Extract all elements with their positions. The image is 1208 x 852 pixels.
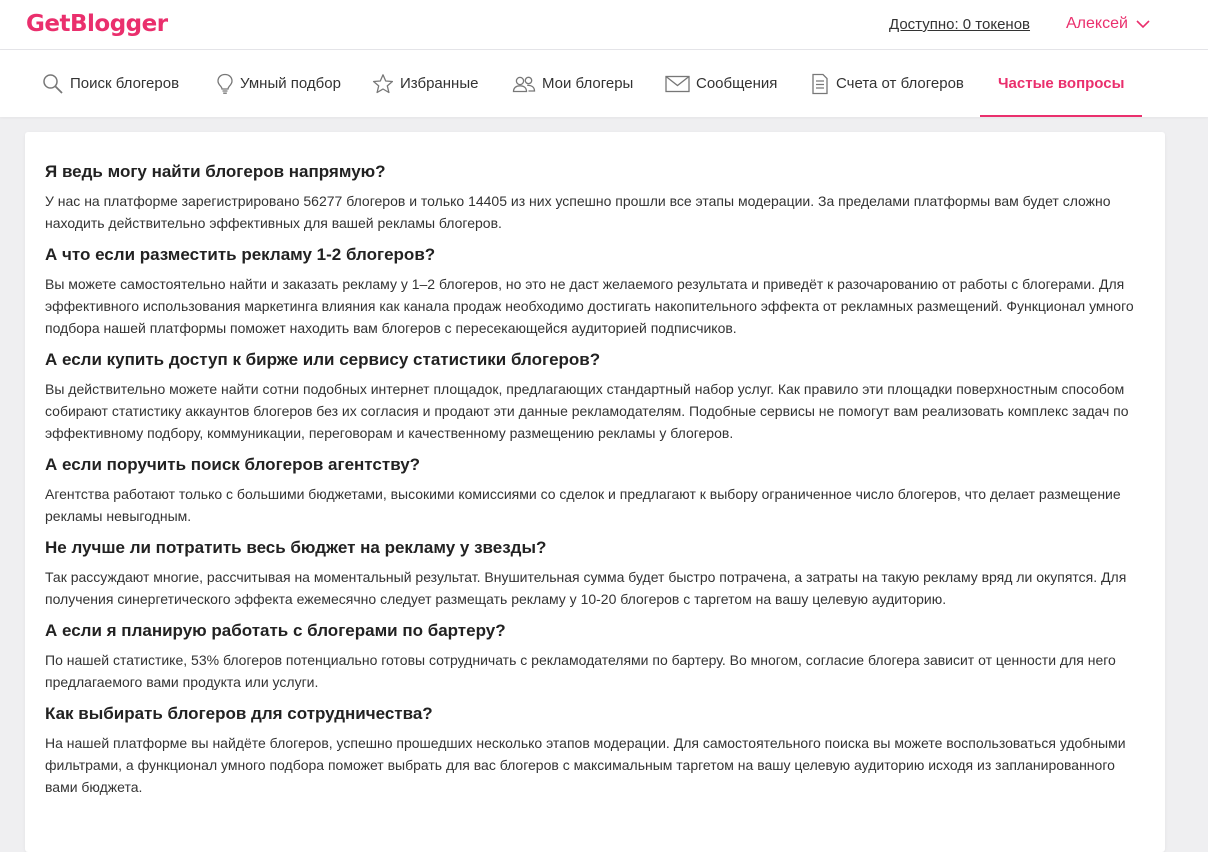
main-nav: Поиск блогеров Умный подбор Избранные Мо… <box>0 50 1208 117</box>
faq-answer: Агентства работают только с большими бюд… <box>45 486 1121 524</box>
faq-answer: Вы можете самостоятельно найти и заказат… <box>45 276 1134 336</box>
nav-item-faq[interactable]: Частые вопросы <box>979 50 1143 117</box>
search-icon <box>42 73 64 95</box>
nav-item-label: Умный подбор <box>240 75 341 92</box>
faq-card: Я ведь могу найти блогеров напрямую? У н… <box>25 132 1165 852</box>
user-menu[interactable]: Алексей <box>1066 15 1150 33</box>
faq-answer: У нас на платформе зарегистрировано 5627… <box>45 193 1111 231</box>
faq-item: А если купить доступ к бирже или сервису… <box>45 347 1145 444</box>
nav-item-search[interactable]: Поиск блогеров <box>42 50 179 117</box>
users-icon <box>512 74 536 94</box>
nav-item-favorites[interactable]: Избранные <box>372 50 478 117</box>
lightbulb-icon <box>216 73 234 95</box>
faq-question: Я ведь могу найти блогеров напрямую? <box>45 162 386 181</box>
nav-item-invoices[interactable]: Счета от блогеров <box>810 50 964 117</box>
nav-item-smart-selection[interactable]: Умный подбор <box>216 50 341 117</box>
faq-question: Не лучше ли потратить весь бюджет на рек… <box>45 538 547 557</box>
faq-item: А что если разместить рекламу 1-2 блогер… <box>45 242 1145 339</box>
envelope-icon <box>665 75 690 93</box>
faq-item: А если поручить поиск блогеров агентству… <box>45 452 1145 527</box>
faq-question: А если купить доступ к бирже или сервису… <box>45 350 601 369</box>
faq-answer: Так рассуждают многие, рассчитывая на мо… <box>45 569 1127 607</box>
nav-item-label: Поиск блогеров <box>70 75 180 92</box>
chevron-down-icon <box>1136 19 1150 29</box>
invoice-icon <box>810 73 830 95</box>
nav-item-label: Мои блогеры <box>542 75 634 92</box>
faq-item: Как выбирать блогеров для сотрудничества… <box>45 701 1145 798</box>
top-bar: GetBlogger Доступно: 0 токенов Алексей <box>0 0 1208 50</box>
faq-question: Как выбирать блогеров для сотрудничества… <box>45 704 433 723</box>
nav-item-label: Сообщения <box>696 75 778 92</box>
star-icon <box>372 73 394 95</box>
user-name: Алексей <box>1066 15 1128 32</box>
faq-item: Я ведь могу найти блогеров напрямую? У н… <box>45 159 1145 234</box>
token-balance-link[interactable]: Доступно: 0 токенов <box>889 16 1030 33</box>
nav-item-label: Счета от блогеров <box>836 75 964 92</box>
faq-item: А если я планирую работать с блогерами п… <box>45 618 1145 693</box>
faq-answer: По нашей статистике, 53% блогеров потенц… <box>45 652 1116 690</box>
faq-item: Не лучше ли потратить весь бюджет на рек… <box>45 535 1145 610</box>
faq-question: А если поручить поиск блогеров агентству… <box>45 455 421 474</box>
logo[interactable]: GetBlogger <box>26 11 168 37</box>
nav-item-label: Избранные <box>400 75 479 92</box>
nav-item-messages[interactable]: Сообщения <box>665 50 777 117</box>
faq-question: А если я планирую работать с блогерами п… <box>45 621 506 640</box>
faq-question: А что если разместить рекламу 1-2 блогер… <box>45 245 436 264</box>
faq-answer: На нашей платформе вы найдёте блогеров, … <box>45 735 1126 795</box>
nav-item-my-bloggers[interactable]: Мои блогеры <box>512 50 633 117</box>
faq-answer: Вы действительно можете найти сотни подо… <box>45 381 1129 441</box>
nav-item-label: Частые вопросы <box>998 75 1125 92</box>
